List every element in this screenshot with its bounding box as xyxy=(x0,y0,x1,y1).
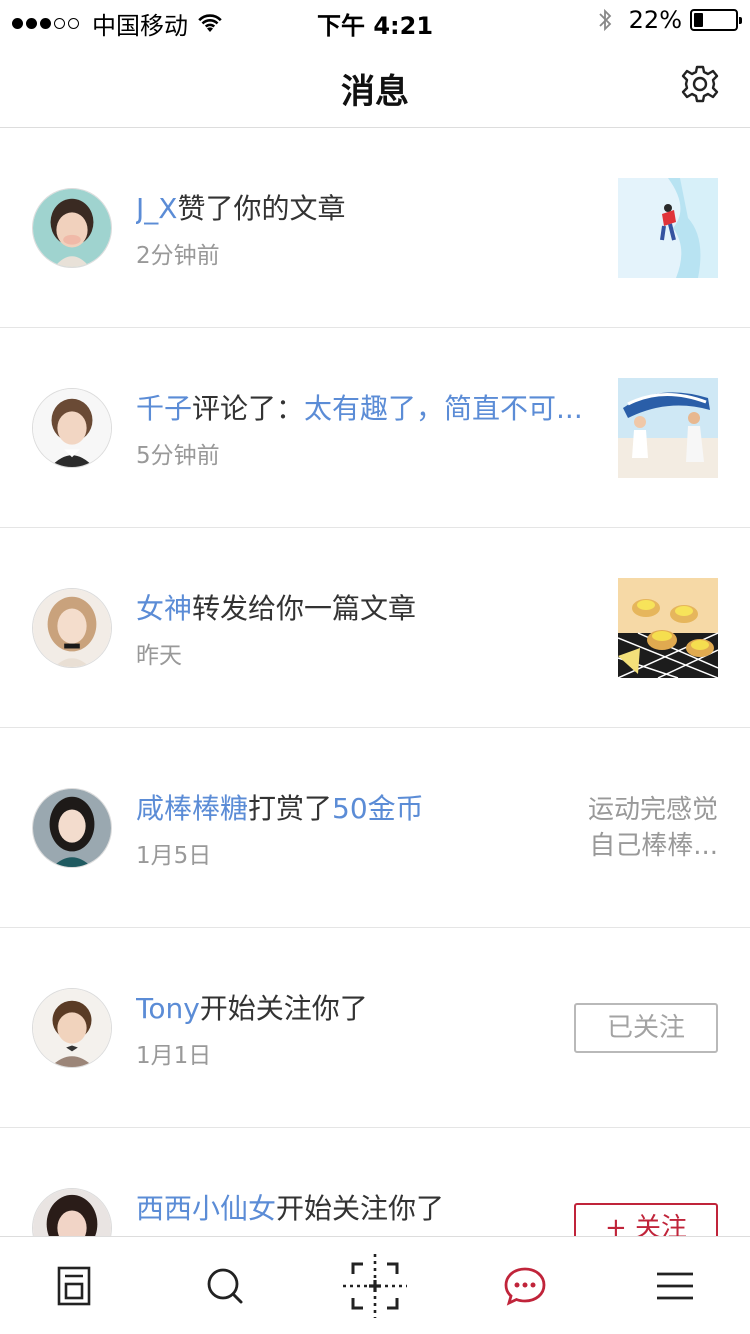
nav-bar: 消息 xyxy=(0,40,750,128)
article-icon xyxy=(57,1266,91,1305)
message-text: J_X赞了你的文章 xyxy=(136,190,596,228)
avatar[interactable] xyxy=(32,388,112,468)
message-row[interactable]: 咸棒棒糖打赏了50金币 1月5日 运动完感觉 自己棒棒... xyxy=(0,728,750,928)
follow-button[interactable]: + 关注 xyxy=(574,1203,718,1236)
message-text: 女神转发给你一篇文章 xyxy=(136,590,596,628)
battery-level xyxy=(694,13,703,27)
message-text: Tony开始关注你了 xyxy=(136,990,596,1028)
avatar[interactable] xyxy=(32,988,112,1068)
comment-preview[interactable]: 太有趣了，简直不可... xyxy=(304,392,583,425)
actor-name[interactable]: 西西小仙女 xyxy=(136,1192,276,1225)
message-row[interactable]: 女神转发给你一篇文章 昨天 xyxy=(0,528,750,728)
tab-menu[interactable] xyxy=(600,1237,750,1334)
message-text: 千子评论了：太有趣了，简直不可... xyxy=(136,390,596,428)
tab-messages[interactable] xyxy=(450,1237,600,1334)
status-right: 22% xyxy=(597,6,742,34)
tab-search[interactable] xyxy=(150,1237,300,1334)
tab-scan[interactable] xyxy=(300,1237,450,1334)
reward-amount: 50金币 xyxy=(332,792,424,825)
message-row[interactable]: Tony开始关注你了 1月1日 已关注 xyxy=(0,928,750,1128)
message-time: 昨天 xyxy=(136,643,182,669)
gear-icon xyxy=(681,65,719,103)
page-title: 消息 xyxy=(341,72,409,112)
status-bar: 中国移动 下午 4:21 22% xyxy=(0,0,750,40)
message-text: 咸棒棒糖打赏了50金币 xyxy=(136,790,596,828)
message-content: 咸棒棒糖打赏了50金币 1月5日 xyxy=(136,790,596,870)
settings-button[interactable] xyxy=(680,64,720,104)
actor-name[interactable]: Tony xyxy=(136,992,200,1025)
actor-name[interactable]: J_X xyxy=(136,192,177,225)
article-snippet[interactable]: 运动完感觉 自己棒棒... xyxy=(568,792,718,864)
message-icon xyxy=(504,1267,546,1306)
message-content: J_X赞了你的文章 2分钟前 xyxy=(136,190,596,270)
article-thumbnail[interactable] xyxy=(618,178,718,278)
message-time: 5分钟前 xyxy=(136,443,220,469)
message-action: 打赏了 xyxy=(248,792,333,825)
message-action: 开始关注你了 xyxy=(276,1192,445,1225)
avatar[interactable] xyxy=(32,788,112,868)
snippet-line: 自己棒棒... xyxy=(589,831,718,861)
actor-name[interactable]: 女神 xyxy=(136,592,192,625)
menu-icon xyxy=(657,1272,693,1299)
message-row[interactable]: 西西小仙女开始关注你了 + 关注 xyxy=(0,1128,750,1236)
avatar[interactable] xyxy=(32,588,112,668)
article-thumbnail[interactable] xyxy=(618,378,718,478)
message-content: Tony开始关注你了 1月1日 xyxy=(136,990,596,1070)
tab-articles[interactable] xyxy=(0,1237,150,1334)
message-action: 开始关注你了 xyxy=(199,992,368,1025)
snippet-line: 运动完感觉 xyxy=(587,795,718,825)
avatar[interactable] xyxy=(32,1188,112,1236)
tab-bar xyxy=(0,1236,750,1334)
bluetooth-icon xyxy=(599,8,611,32)
battery-percent: 22% xyxy=(628,6,682,34)
message-content: 西西小仙女开始关注你了 xyxy=(136,1190,596,1236)
search-icon xyxy=(207,1268,243,1303)
scan-icon xyxy=(343,1253,407,1318)
message-action: 转发给你一篇文章 xyxy=(192,592,417,625)
message-time: 1月1日 xyxy=(136,1043,212,1069)
message-content: 女神转发给你一篇文章 昨天 xyxy=(136,590,596,670)
message-action: 赞了你的文章 xyxy=(177,192,346,225)
message-time: 2分钟前 xyxy=(136,243,220,269)
message-row[interactable]: J_X赞了你的文章 2分钟前 xyxy=(0,128,750,328)
message-text: 西西小仙女开始关注你了 xyxy=(136,1190,596,1228)
message-row[interactable]: 千子评论了：太有趣了，简直不可... 5分钟前 xyxy=(0,328,750,528)
avatar[interactable] xyxy=(32,188,112,268)
actor-name[interactable]: 咸棒棒糖 xyxy=(136,792,248,825)
actor-name[interactable]: 千子 xyxy=(136,392,192,425)
message-time: 1月5日 xyxy=(136,843,212,869)
article-thumbnail[interactable] xyxy=(618,578,718,678)
message-list: J_X赞了你的文章 2分钟前 千子评论了：太有趣了，简直不可... 5分钟前 女… xyxy=(0,128,750,1236)
following-button[interactable]: 已关注 xyxy=(574,1003,718,1053)
battery-icon xyxy=(690,9,742,31)
message-content: 千子评论了：太有趣了，简直不可... 5分钟前 xyxy=(136,390,596,470)
message-action: 评论了： xyxy=(192,392,305,425)
